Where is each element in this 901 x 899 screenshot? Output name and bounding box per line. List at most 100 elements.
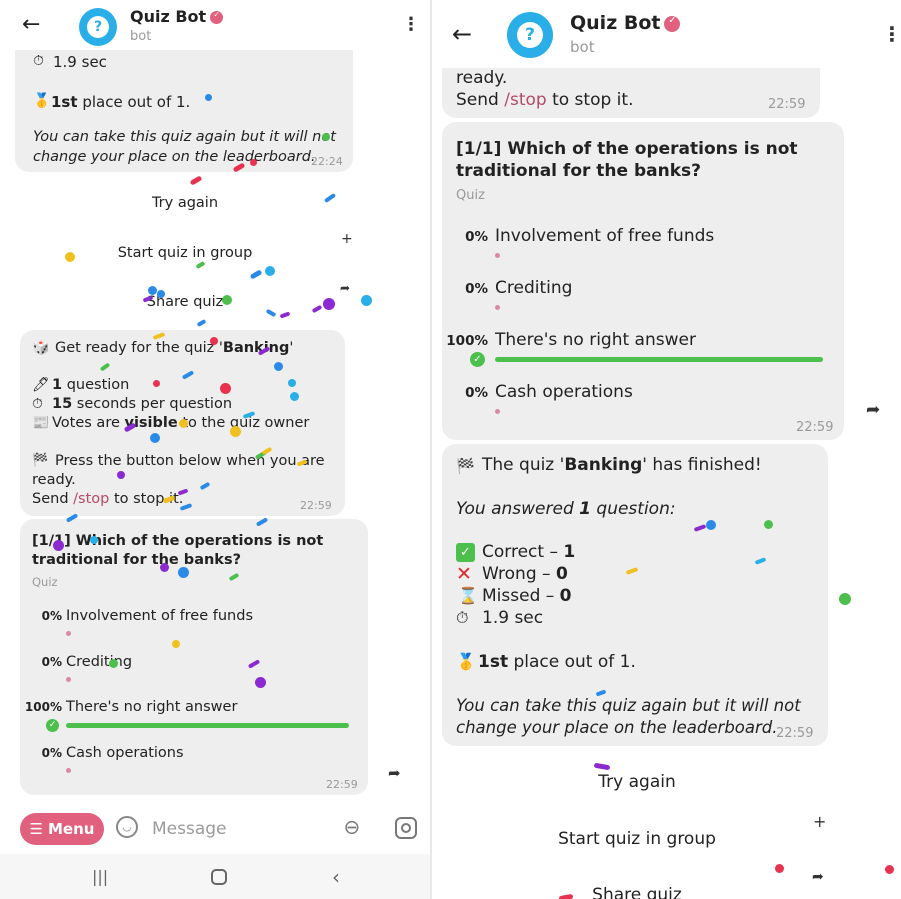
wrong-icon: ✕	[456, 563, 472, 585]
medal-icon: 🥇	[33, 93, 51, 109]
menu-button[interactable]: ☰ Menu	[20, 813, 104, 845]
message-input[interactable]: Message	[152, 819, 227, 839]
message-time: 22:59	[796, 420, 834, 435]
avatar[interactable]: ?	[507, 12, 553, 58]
option-3-label: There's no right answer	[495, 330, 696, 350]
checkered-flag-icon: 🏁	[456, 457, 475, 475]
option-2-bar	[495, 305, 500, 310]
correct-icon: ✓	[456, 543, 475, 562]
option-4-percent: 0%	[465, 385, 488, 401]
message-time: 22:24	[311, 155, 343, 168]
check-icon: ✓	[470, 352, 485, 367]
option-4-bar	[66, 768, 71, 773]
option-1-percent: 0%	[41, 609, 62, 623]
wrong-count: Wrong – 0	[482, 564, 568, 584]
option-4-label: Cash operations	[495, 382, 633, 402]
more-vertical-icon[interactable]: ⋮	[882, 22, 901, 46]
stopwatch-icon: ⏱	[456, 608, 469, 627]
stop-command-link[interactable]: /stop	[73, 491, 109, 507]
check-icon: ✓	[46, 719, 59, 732]
option-3-bar	[66, 723, 349, 728]
chat-header: ← ? Quiz Bot bot ⋮	[0, 0, 430, 50]
back-arrow-icon[interactable]: ←	[452, 22, 472, 46]
emoji-icon[interactable]: ◡	[116, 816, 138, 838]
stopwatch-icon: ⏱	[33, 53, 44, 69]
forward-icon[interactable]: ➦	[866, 400, 880, 420]
message-time: 22:59	[776, 726, 814, 741]
recent-apps-icon[interactable]: |||	[92, 867, 108, 886]
ready-text: ready.	[456, 68, 508, 88]
place-text: 1st place out of 1.	[51, 93, 191, 111]
option-1-bar	[495, 253, 500, 258]
option-4-percent: 0%	[41, 746, 62, 760]
stopwatch-icon: ⏱	[32, 396, 43, 412]
quiz-poll-bubble: [1/1] Which of the operations is not tra…	[20, 519, 368, 795]
option-4-label: Cash operations	[66, 745, 184, 761]
option-3-label: There's no right answer	[66, 699, 238, 715]
share-quiz-button[interactable]: Share quiz	[512, 885, 762, 899]
retake-note-2: change your place on the leaderboard.	[33, 149, 316, 165]
try-again-button[interactable]: Try again	[80, 195, 290, 211]
forward-icon[interactable]: ➦	[388, 764, 401, 782]
newspaper-icon: 📰	[32, 415, 50, 431]
quiz-result-bubble: 🏁 The quiz 'Banking' has finished! You a…	[442, 444, 828, 746]
dice-icon: 🎲	[32, 340, 50, 356]
menu-icon: ☰	[29, 820, 43, 838]
start-quiz-in-group-button[interactable]: Start quiz in group	[512, 829, 762, 849]
stop-command-link[interactable]: /stop	[504, 90, 546, 110]
result-message-bubble: ⏱ 1.9 sec 🥇 1st place out of 1. You can …	[15, 38, 353, 172]
option-1-label: Involvement of free funds	[495, 226, 715, 246]
retake-note-1: You can take this quiz again but it will…	[456, 696, 801, 715]
try-again-button[interactable]: Try again	[512, 772, 762, 792]
chat-header: ← ? Quiz Bot bot ⋮	[432, 0, 901, 68]
camera-icon[interactable]	[395, 817, 417, 839]
medal-icon: 🥇	[456, 652, 476, 671]
option-2-label: Crediting	[495, 278, 573, 298]
stop-instruction: Send /stop to stop it.	[32, 491, 184, 507]
right-screenshot: ready. Send /stop to stop it. 22:59 [1/1…	[432, 0, 901, 899]
hourglass-icon: ⌛	[458, 586, 478, 605]
nav-back-icon[interactable]: ‹	[332, 865, 340, 889]
chat-title: Quiz Bot	[570, 12, 681, 34]
poll-question-1: [1/1] Which of the operations is not	[32, 533, 324, 549]
quiz-finished-text: The quiz 'Banking' has finished!	[482, 455, 762, 475]
place-text: 1st place out of 1.	[478, 652, 636, 672]
option-4-bar	[495, 409, 500, 414]
chat-title: Quiz Bot	[130, 7, 224, 26]
checkered-flag-icon: 🏁	[32, 453, 49, 468]
share-arrow-icon: ➦	[340, 281, 351, 295]
home-icon[interactable]	[211, 869, 227, 885]
missed-count: Missed – 0	[482, 586, 572, 606]
poll-type: Quiz	[32, 575, 58, 589]
option-2-label: Crediting	[66, 654, 133, 670]
option-2-percent: 0%	[465, 281, 488, 297]
pen-icon: 🖊	[32, 377, 50, 393]
message-time: 22:59	[326, 778, 358, 791]
verified-icon	[210, 10, 224, 24]
message-time: 22:59	[300, 499, 332, 512]
start-quiz-in-group-button[interactable]: Start quiz in group	[80, 245, 290, 261]
left-screenshot: ⏱ 1.9 sec 🥇 1st place out of 1. You can …	[0, 0, 430, 899]
plus-icon: +	[341, 231, 353, 247]
poll-type: Quiz	[456, 188, 485, 203]
option-3-percent: 100%	[446, 333, 488, 349]
poll-question-2: traditional for the banks?	[456, 161, 702, 181]
poll-question-2: traditional for the banks?	[32, 552, 241, 568]
option-3-percent: 100%	[24, 700, 62, 714]
option-3-bar	[495, 357, 823, 362]
chat-subtitle: bot	[130, 29, 152, 44]
retake-note-1: You can take this quiz again but it will…	[33, 129, 336, 145]
retake-note-2: change your place on the leaderboard.	[456, 718, 778, 737]
plus-icon: +	[813, 812, 827, 831]
back-arrow-icon[interactable]: ←	[22, 14, 40, 36]
avatar[interactable]: ?	[79, 8, 117, 46]
seconds-per-question: 15 seconds per question	[52, 396, 233, 412]
more-vertical-icon[interactable]: ⋮	[402, 14, 420, 35]
answered-count: You answered 1 question:	[456, 499, 676, 519]
chat-subtitle: bot	[570, 38, 595, 56]
option-1-label: Involvement of free funds	[66, 608, 254, 624]
message-time: 22:59	[768, 97, 806, 112]
verified-icon	[664, 15, 681, 32]
share-quiz-button[interactable]: Share quiz	[80, 294, 290, 310]
system-navigation-bar: ||| ‹	[0, 854, 430, 899]
